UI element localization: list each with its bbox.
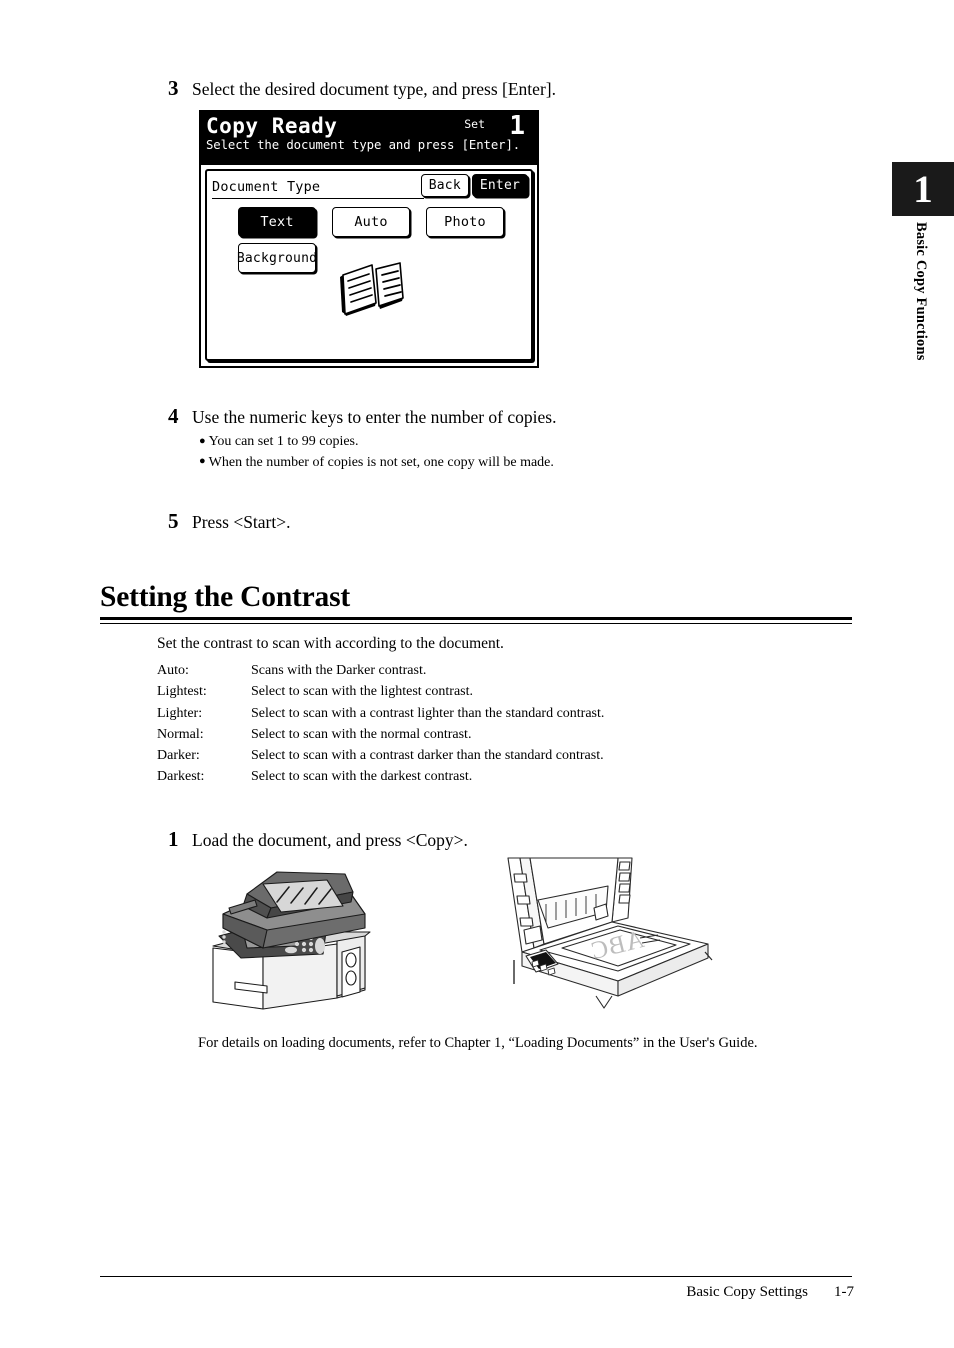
lcd-set-value: 1	[509, 111, 525, 141]
step-5-text: Press <Start>.	[192, 512, 291, 532]
step-3-number: 3	[168, 76, 179, 100]
definition-term: Darkest:	[157, 769, 205, 785]
section-intro-text: Set the contrast to scan with according …	[157, 635, 504, 652]
definition-term: Auto:	[157, 663, 189, 678]
definition-description: Scans with the Darker contrast.	[251, 663, 427, 678]
step-5: 5 Press <Start>.	[168, 509, 291, 534]
page-title: Setting the Contrast	[100, 581, 351, 613]
lcd-subtitle: Select the document type and press [Ente…	[206, 138, 521, 153]
list-item: Lightest: Select to scan with the lighte…	[157, 681, 604, 702]
document-type-background-button[interactable]: Background	[237, 243, 317, 273]
list-item: Darkest: Select to scan with the darkest…	[157, 766, 604, 787]
lcd-header-row: Document Type Back Enter	[207, 171, 531, 203]
lcd-back-button[interactable]: Back	[420, 174, 469, 197]
chapter-tab-title: Basic Copy Functions	[913, 222, 929, 361]
definition-term: Darker:	[157, 748, 200, 764]
bullet-text: You can set 1 to 99 copies.	[208, 434, 359, 449]
step-3-text: Select the desired document type, and pr…	[192, 79, 556, 99]
definition-term: Lightest:	[157, 684, 207, 700]
document-type-row-1: Text Auto Photo	[207, 207, 531, 237]
footer-section-title: Basic Copy Settings	[686, 1284, 808, 1300]
footer-divider	[100, 1276, 852, 1278]
step-4-bullet-list: ● You can set 1 to 99 copies. ● When the n…	[199, 432, 554, 473]
step-1-number: 1	[168, 827, 179, 851]
lcd-content-area: Document Type Back Enter Text Auto Photo…	[205, 169, 533, 361]
document-type-label: Document Type	[212, 179, 321, 195]
open-platen-with-document-illustration: ABC	[507, 857, 713, 1009]
document-stack-icon	[340, 262, 404, 316]
lcd-set-label: Set	[464, 117, 485, 131]
contrast-definition-list: Auto: Scans with the Darker contrast. Li…	[157, 660, 604, 788]
list-item: ● When the number of copies is not set, o…	[199, 453, 554, 474]
step-4-number: 4	[168, 404, 179, 428]
list-item: Auto: Scans with the Darker contrast.	[157, 660, 604, 681]
section-rule-thick	[100, 617, 852, 620]
step-1: 1 Load the document, and press <Copy>.	[168, 827, 468, 852]
definition-description: Select to scan with a contrast darker th…	[251, 748, 604, 764]
multifunction-printer-with-adf-illustration	[212, 871, 371, 1010]
definition-term: Normal:	[157, 726, 204, 742]
list-item: Lighter: Select to scan with a contrast …	[157, 703, 604, 724]
step-4-text: Use the numeric keys to enter the number…	[192, 407, 557, 427]
document-type-photo-button[interactable]: Photo	[426, 207, 504, 237]
document-type-text-button[interactable]: Text	[238, 207, 316, 237]
page-footer: Basic Copy Settings 1-7	[686, 1284, 854, 1301]
document-type-auto-button[interactable]: Auto	[332, 207, 410, 237]
definition-term: Lighter:	[157, 705, 203, 721]
lcd-enter-button[interactable]: Enter	[471, 174, 528, 197]
definition-description: Select to scan with the lightest contras…	[251, 684, 474, 700]
step-5-number: 5	[168, 509, 179, 533]
bullet-icon: ●	[199, 434, 206, 447]
definition-description: Select to scan with the normal contrast.	[251, 726, 472, 742]
lcd-header-buttons: Back Enter	[420, 174, 528, 197]
chapter-tab-number: 1	[892, 162, 954, 216]
lcd-status-bar: Copy Ready Select the document type and …	[201, 112, 537, 165]
step-3: 3 Select the desired document type, and …	[168, 76, 556, 101]
section-rule-thin	[100, 623, 852, 625]
step-1-text: Load the document, and press <Copy>.	[192, 830, 468, 850]
list-item: ● You can set 1 to 99 copies.	[199, 432, 554, 453]
list-item: Normal: Select to scan with the normal c…	[157, 724, 604, 745]
bullet-text: When the number of copies is not set, on…	[208, 454, 554, 470]
step-4: 4 Use the numeric keys to enter the numb…	[168, 404, 556, 429]
definition-description: Select to scan with a contrast lighter t…	[251, 705, 605, 721]
definition-description: Select to scan with the darkest contrast…	[251, 769, 473, 785]
loading-documents-note: For details on loading documents, refer …	[198, 1035, 758, 1051]
list-item: Darker: Select to scan with a contrast d…	[157, 745, 604, 766]
bullet-icon: ●	[199, 455, 206, 468]
lcd-panel-screenshot: Copy Ready Select the document type and …	[199, 110, 539, 368]
footer-page-number: 1-7	[834, 1284, 854, 1300]
document-type-underline	[212, 198, 424, 199]
